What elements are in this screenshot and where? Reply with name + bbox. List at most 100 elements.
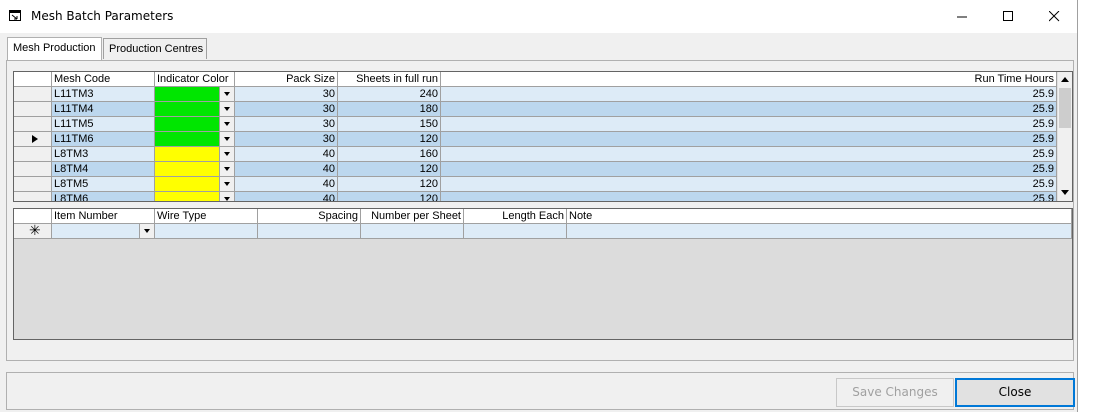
run-time-hours-cell[interactable]: 25.9 (441, 162, 1057, 177)
run-time-hours-cell[interactable]: 25.9 (441, 147, 1057, 162)
pack-size-cell[interactable]: 30 (235, 87, 338, 102)
chevron-down-icon[interactable] (219, 147, 234, 161)
tab-production-centres[interactable]: Production Centres (103, 38, 207, 59)
save-changes-button[interactable]: Save Changes (836, 378, 954, 407)
indicator-color-dropdown[interactable] (155, 162, 235, 177)
row-selector[interactable] (14, 132, 52, 147)
row-selector[interactable] (14, 162, 52, 177)
close-window-button[interactable] (1032, 0, 1078, 33)
pack-size-cell[interactable]: 40 (235, 192, 338, 201)
run-time-hours-cell[interactable]: 25.9 (441, 87, 1057, 102)
color-swatch (155, 132, 219, 146)
mesh-batch-window: Mesh Batch Parameters Mesh Production Pr… (0, 0, 1078, 412)
chevron-down-icon[interactable] (219, 177, 234, 191)
chevron-down-icon[interactable] (219, 117, 234, 131)
indicator-color-dropdown[interactable] (155, 192, 235, 201)
indicator-color-dropdown[interactable] (155, 102, 235, 117)
chevron-down-icon[interactable] (219, 132, 234, 146)
row-selector[interactable] (14, 102, 52, 117)
run-time-hours-cell[interactable]: 25.9 (441, 117, 1057, 132)
mesh-item-grid[interactable]: Item Number Wire Type Spacing Number per… (13, 208, 1073, 340)
number-per-sheet-cell[interactable] (361, 224, 464, 239)
sheets-in-full-run-cell[interactable]: 120 (338, 162, 441, 177)
col-run-time-hours[interactable]: Run Time Hours (441, 72, 1057, 87)
sheets-in-full-run-cell[interactable]: 120 (338, 192, 441, 201)
app-window-icon (9, 10, 21, 21)
scroll-up-icon[interactable] (1061, 77, 1069, 82)
sheets-in-full-run-cell[interactable]: 150 (338, 117, 441, 132)
close-icon (1049, 11, 1060, 22)
color-swatch (155, 147, 219, 161)
pack-size-cell[interactable]: 40 (235, 147, 338, 162)
sheets-in-full-run-cell[interactable]: 180 (338, 102, 441, 117)
item-row-header-corner (14, 209, 52, 224)
scroll-thumb[interactable] (1059, 88, 1071, 128)
col-pack-size[interactable]: Pack Size (235, 72, 338, 87)
color-swatch (155, 117, 219, 131)
spacing-cell[interactable] (258, 224, 361, 239)
sheets-in-full-run-cell[interactable]: 160 (338, 147, 441, 162)
mesh-code-cell[interactable]: L8TM5 (52, 177, 155, 192)
mesh-code-cell[interactable]: L11TM5 (52, 117, 155, 132)
sheets-in-full-run-cell[interactable]: 120 (338, 177, 441, 192)
run-time-hours-cell[interactable]: 25.9 (441, 102, 1057, 117)
col-indicator-color[interactable]: Indicator Color (155, 72, 235, 87)
length-each-cell[interactable] (464, 224, 567, 239)
col-note[interactable]: Note (567, 209, 1072, 224)
mesh-code-cell[interactable]: L11TM3 (52, 87, 155, 102)
indicator-color-dropdown[interactable] (155, 147, 235, 162)
col-length-each[interactable]: Length Each (464, 209, 567, 224)
mesh-batch-grid[interactable]: Mesh Code Indicator Color Pack Size Shee… (13, 71, 1073, 202)
indicator-color-dropdown[interactable] (155, 132, 235, 147)
indicator-color-dropdown[interactable] (155, 87, 235, 102)
mesh-code-cell[interactable]: L8TM3 (52, 147, 155, 162)
pack-size-cell[interactable]: 30 (235, 117, 338, 132)
maximize-button[interactable] (986, 0, 1032, 33)
pack-size-cell[interactable]: 30 (235, 102, 338, 117)
window-title: Mesh Batch Parameters (31, 9, 174, 23)
pack-size-cell[interactable]: 30 (235, 132, 338, 147)
wire-type-cell[interactable] (155, 224, 258, 239)
col-item-number[interactable]: Item Number (52, 209, 155, 224)
close-button[interactable]: Close (955, 378, 1075, 407)
mesh-code-cell[interactable]: L8TM4 (52, 162, 155, 177)
sheets-in-full-run-cell[interactable]: 120 (338, 132, 441, 147)
title-bar: Mesh Batch Parameters (0, 0, 1077, 33)
col-number-per-sheet[interactable]: Number per Sheet (361, 209, 464, 224)
color-swatch (155, 177, 219, 191)
sheets-in-full-run-cell[interactable]: 240 (338, 87, 441, 102)
note-cell[interactable] (567, 224, 1072, 239)
chevron-down-icon[interactable] (139, 224, 154, 238)
minimize-button[interactable] (940, 0, 986, 33)
minimize-icon (957, 16, 967, 18)
scroll-down-icon[interactable] (1061, 190, 1069, 195)
mesh-code-cell[interactable]: L11TM6 (52, 132, 155, 147)
run-time-hours-cell[interactable]: 25.9 (441, 132, 1057, 147)
new-row-header[interactable]: ✳ (14, 224, 52, 239)
indicator-color-dropdown[interactable] (155, 177, 235, 192)
chevron-down-icon[interactable] (219, 162, 234, 176)
item-number-dropdown[interactable] (52, 224, 155, 239)
current-row-pointer-icon (32, 135, 38, 143)
mesh-code-cell[interactable]: L11TM4 (52, 102, 155, 117)
col-mesh-code[interactable]: Mesh Code (52, 72, 155, 87)
chevron-down-icon[interactable] (219, 192, 234, 201)
mesh-code-cell[interactable]: L8TM6 (52, 192, 155, 201)
chevron-down-icon[interactable] (219, 102, 234, 116)
row-selector[interactable] (14, 192, 52, 201)
row-selector[interactable] (14, 177, 52, 192)
col-spacing[interactable]: Spacing (258, 209, 361, 224)
pack-size-cell[interactable]: 40 (235, 177, 338, 192)
run-time-hours-cell[interactable]: 25.9 (441, 177, 1057, 192)
row-selector[interactable] (14, 117, 52, 132)
row-selector[interactable] (14, 147, 52, 162)
row-selector[interactable] (14, 87, 52, 102)
pack-size-cell[interactable]: 40 (235, 162, 338, 177)
indicator-color-dropdown[interactable] (155, 117, 235, 132)
col-wire-type[interactable]: Wire Type (155, 209, 258, 224)
col-sheets-in-full-run[interactable]: Sheets in full run (338, 72, 441, 87)
vertical-scrollbar[interactable] (1057, 72, 1072, 201)
tab-mesh-production[interactable]: Mesh Production (7, 37, 102, 60)
run-time-hours-cell[interactable]: 25.9 (441, 192, 1057, 201)
chevron-down-icon[interactable] (219, 87, 234, 101)
